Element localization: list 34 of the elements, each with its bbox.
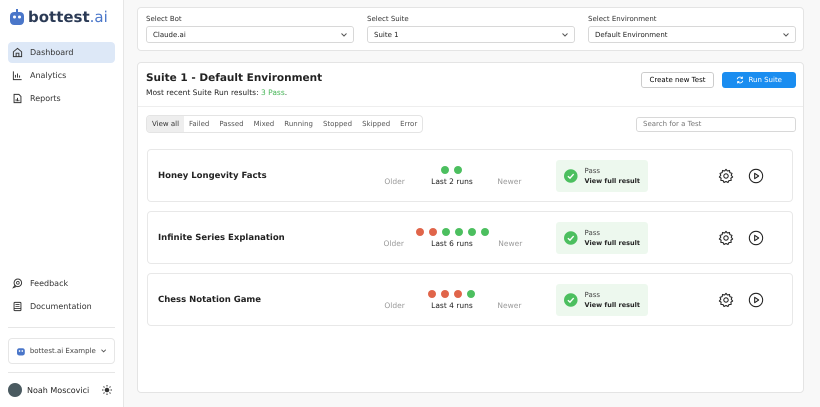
chat-icon [12, 278, 23, 289]
chevron-down-icon [341, 32, 347, 36]
test-name: Infinite Series Explanation [158, 232, 286, 242]
settings-icon[interactable] [718, 292, 734, 308]
sun-icon[interactable] [102, 385, 112, 395]
bar-chart-icon [12, 70, 23, 81]
home-icon [12, 47, 23, 58]
chevron-down-icon [100, 349, 106, 353]
settings-icon[interactable] [718, 230, 734, 246]
nav-item[interactable]: Dashboard [8, 42, 115, 63]
user-avatar[interactable] [8, 383, 22, 397]
report-icon [12, 93, 23, 104]
suite-title: Suite 1 - Default Environment [146, 72, 322, 84]
play-icon[interactable] [748, 230, 764, 246]
test-name: Chess Notation Game [158, 294, 262, 304]
book-icon [12, 301, 23, 312]
test-name: Honey Longevity Facts [158, 170, 268, 180]
robot-icon [17, 346, 25, 356]
chevron-down-icon [783, 32, 789, 36]
check-circle-icon [564, 230, 578, 244]
nav-item[interactable]: Feedback [8, 273, 115, 294]
nav-item[interactable]: Analytics [8, 65, 115, 86]
play-icon[interactable] [748, 292, 764, 308]
brand-name: bottest.ai [28, 8, 108, 26]
nav-item[interactable]: Documentation [8, 296, 115, 317]
chevron-down-icon [562, 32, 568, 36]
play-icon[interactable] [748, 168, 764, 184]
nav-item[interactable]: Reports [8, 88, 115, 109]
user-name: Noah Moscovici [27, 386, 90, 394]
settings-icon[interactable] [718, 168, 734, 184]
robot-logo-icon [10, 9, 24, 25]
check-circle-icon [564, 292, 578, 306]
check-circle-icon [564, 168, 578, 182]
refresh-icon [736, 76, 744, 84]
